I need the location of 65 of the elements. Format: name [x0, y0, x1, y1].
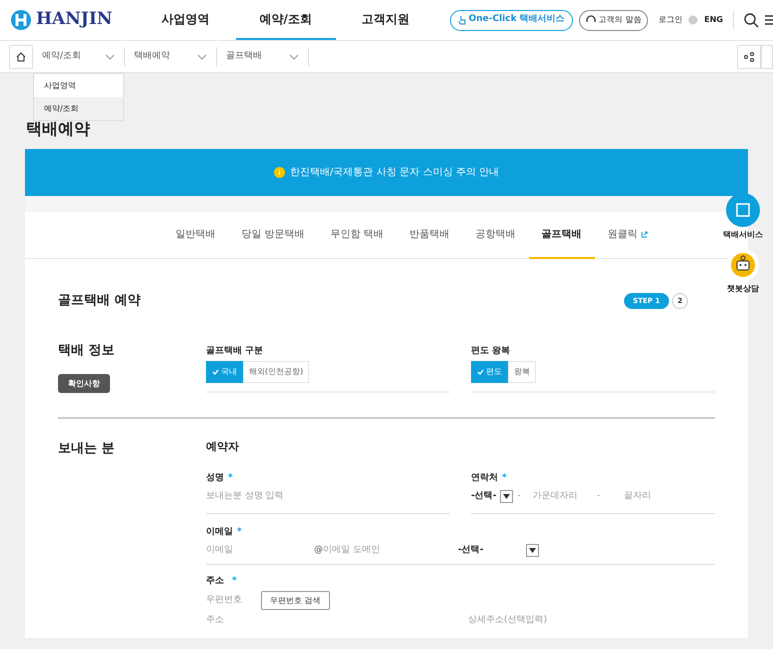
chevron-down-icon	[289, 54, 299, 60]
home-button[interactable]	[9, 44, 33, 68]
breadcrumb-dropdown[interactable]: 예약/조회	[33, 46, 125, 66]
chevron-down-icon	[105, 54, 115, 60]
separator-text: -	[517, 490, 521, 503]
email-domain-field[interactable]: 이메일 도메인	[323, 544, 458, 558]
tab[interactable]: 일반택배	[162, 212, 228, 258]
tab[interactable]: 공항택배	[462, 212, 529, 258]
delivery-service-button[interactable]: 택배서비스	[723, 193, 763, 241]
menu-icon[interactable]	[765, 14, 773, 26]
tab[interactable]: 원클릭	[594, 212, 661, 258]
chatbot-button[interactable]: 챗봇상담	[727, 249, 759, 295]
share-button[interactable]	[737, 44, 761, 68]
separator-text: -	[596, 490, 600, 503]
field-label: 성명	[206, 472, 224, 484]
tab[interactable]: 무인함 택배	[318, 212, 397, 258]
search-icon[interactable]	[744, 12, 759, 28]
at-sign: @	[314, 544, 323, 557]
form-title: 골프택배 예약	[58, 292, 141, 310]
logo-icon	[10, 9, 32, 31]
one-click-button[interactable]: One-Click 택배서비스	[450, 10, 573, 30]
select-value[interactable]: -선택-	[458, 544, 526, 558]
confirm-button[interactable]: 확인사항	[58, 374, 110, 393]
field-label: 골프택배 구분	[206, 344, 264, 358]
voice-button[interactable]: 고객의 말씀	[578, 10, 648, 30]
email-input-field[interactable]: 이메일	[206, 544, 314, 558]
field-label: 편도 왕복	[471, 344, 512, 358]
logo-text[interactable]: HANJIN	[36, 7, 112, 33]
zip-search-button[interactable]: 우편번호 검색	[261, 591, 330, 610]
tab[interactable]: 반품택배	[396, 212, 463, 258]
field-label: 주소	[206, 574, 224, 588]
login-link[interactable]: 로그인	[658, 14, 682, 26]
toggle-option[interactable]: 해외(인천공항)	[243, 361, 310, 383]
field-label: 연락처	[471, 472, 498, 484]
required-mark: *	[228, 472, 233, 484]
info-icon	[274, 167, 285, 178]
share-icon	[744, 52, 754, 62]
phone-middle-field[interactable]: 가운데자리	[532, 490, 593, 504]
section-title: 택배 정보	[58, 342, 116, 360]
select-value[interactable]: -선택-	[471, 490, 496, 504]
breadcrumb-dropdown[interactable]: 택배예약	[125, 46, 217, 66]
check-icon	[477, 369, 484, 375]
phone-last-field[interactable]: 끝자리	[624, 490, 674, 504]
headset-icon	[586, 15, 596, 25]
tab[interactable]: 당일 방문택배	[228, 212, 318, 258]
nav-link[interactable]: 사업영역	[136, 0, 236, 40]
name-input-field[interactable]: 보내는분 성명 입력	[206, 490, 450, 504]
required-mark: *	[232, 574, 237, 588]
page-title: 택배예약	[26, 118, 91, 140]
globe-icon	[688, 15, 698, 25]
field-label: 이메일	[206, 526, 233, 538]
nav-link[interactable]: 고객지원	[336, 0, 436, 40]
check-icon	[212, 369, 219, 375]
required-mark: *	[237, 526, 242, 538]
required-mark: *	[502, 472, 507, 484]
section-title: 보내는 분	[58, 440, 116, 458]
hand-icon	[458, 15, 466, 25]
language-link[interactable]: ENG	[704, 14, 723, 26]
subsection-title: 예약자	[206, 439, 240, 455]
tab[interactable]: 골프택배	[528, 212, 595, 258]
chevron-down-icon	[197, 54, 207, 60]
home-icon	[16, 52, 26, 62]
breadcrumb-dropdown[interactable]: 골프택배	[217, 46, 309, 66]
menu-item[interactable]: 예약/조회	[34, 97, 123, 120]
toggle-option[interactable]: 왕복	[508, 361, 536, 383]
